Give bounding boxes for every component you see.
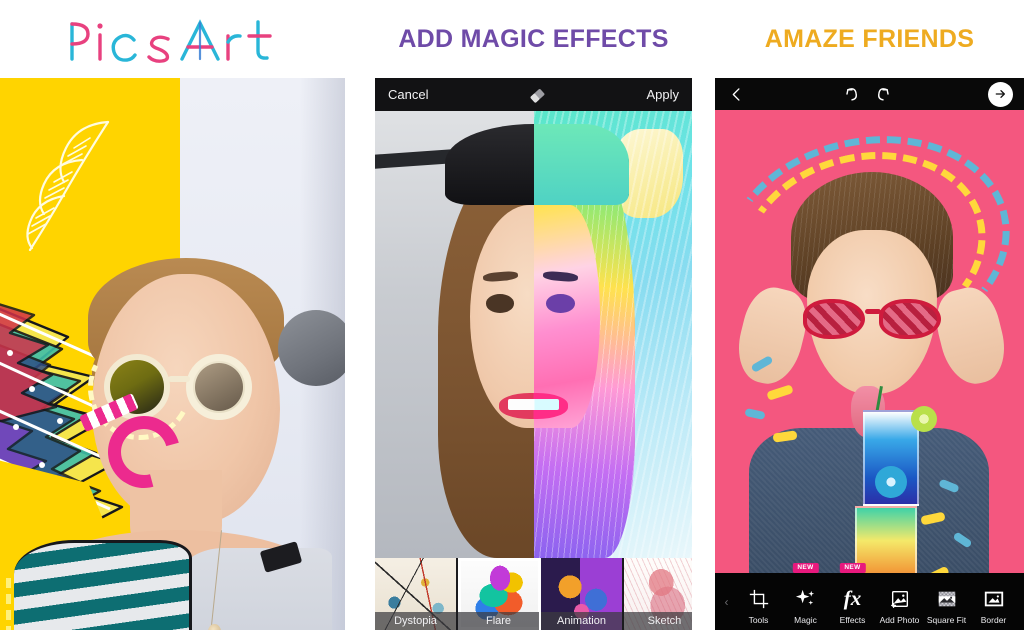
filter-label: Animation (541, 612, 622, 630)
fx-icon: fx (843, 586, 862, 610)
striped-shirt-illustration (14, 540, 192, 630)
square-fit-icon (936, 586, 958, 612)
eraser-icon[interactable] (527, 84, 548, 105)
collage-preview-canvas[interactable] (715, 110, 1024, 573)
border-icon (983, 586, 1005, 612)
screenshot-panel-middle: Cancel Apply Dystopia Flare Animation Sk… (375, 78, 692, 630)
filter-thumb-flare[interactable]: Flare (458, 558, 541, 630)
blue-citrus-slice (875, 466, 907, 498)
toolbar-item-square-fit[interactable]: Square Fit (923, 576, 970, 628)
filter-label: Dystopia (375, 612, 456, 630)
new-badge: NEW (839, 562, 866, 573)
redo-icon[interactable] (873, 84, 894, 105)
header-add-magic-effects: ADD MAGIC EFFECTS (375, 0, 692, 78)
sunglasses-bridge (168, 376, 190, 382)
grey-tank-top (182, 548, 332, 630)
screenshot-panel-right: ‹ Tools NEW Magic NEW fx Effects Add Pho… (715, 78, 1024, 630)
feather-outline-sticker (26, 120, 110, 252)
picsart-logo (58, 13, 288, 65)
toolbar-label: Tools (748, 614, 769, 625)
toolbar-item-magic[interactable]: NEW Magic (782, 562, 829, 628)
toolbar-scroll-right-icon[interactable]: › (1020, 595, 1024, 609)
new-badge: NEW (792, 562, 819, 573)
toolbar-item-border[interactable]: Border (970, 576, 1017, 628)
arrow-right-circle-icon[interactable] (988, 81, 1013, 107)
model-beanie-neon (533, 124, 629, 205)
sunglasses-left-lens (803, 299, 865, 339)
undo-icon[interactable] (842, 84, 863, 105)
crop-icon (748, 586, 770, 612)
effects-preview-canvas[interactable] (375, 111, 692, 558)
header-row: ADD MAGIC EFFECTS AMAZE FRIENDS (0, 0, 1024, 78)
sunglasses-right-lens (879, 299, 941, 339)
toolbar-label: Border (980, 614, 1007, 625)
dashed-accent-line (6, 578, 11, 630)
header-right-text: AMAZE FRIENDS (764, 24, 975, 53)
filter-thumb-animation[interactable]: Animation (541, 558, 624, 630)
sunglasses-right-lens (186, 354, 252, 420)
toolbar-label: Square Fit (926, 614, 967, 625)
lime-slice-garnish (911, 406, 937, 432)
picsart-logo-icon (69, 19, 272, 63)
filter-thumb-sketch[interactable]: Sketch (624, 558, 692, 630)
model-teeth (508, 398, 559, 411)
left-collage-image (0, 78, 345, 630)
toolbar-label: Effects (839, 614, 866, 625)
header-amaze-friends: AMAZE FRIENDS (715, 0, 1024, 78)
toolbar-item-tools[interactable]: Tools (735, 576, 782, 628)
screenshot-panel-left (0, 78, 345, 630)
add-photo-icon (889, 586, 911, 612)
collage-editor-topbar (715, 78, 1024, 110)
model-eye-right (546, 294, 575, 314)
toolbar-items: Tools NEW Magic NEW fx Effects Add Photo… (732, 562, 1020, 628)
filter-label: Flare (458, 612, 539, 630)
toolbar-item-effects[interactable]: NEW fx Effects (829, 562, 876, 628)
chevron-left-icon[interactable] (726, 84, 747, 105)
toolbar-scroll-left-icon[interactable]: ‹ (721, 595, 732, 609)
red-sunglasses (803, 295, 941, 341)
toolbar-item-add-photo[interactable]: Add Photo (876, 576, 923, 628)
effects-editor-topbar: Cancel Apply (375, 78, 692, 111)
header-middle-text: ADD MAGIC EFFECTS (398, 24, 669, 53)
filter-thumbnail-strip[interactable]: Dystopia Flare Animation Sketch (375, 558, 692, 630)
filter-label: Sketch (624, 612, 692, 630)
toolbar-label: Add Photo (879, 614, 920, 625)
filter-thumb-dystopia[interactable]: Dystopia (375, 558, 458, 630)
toolbar-label: Magic (794, 614, 817, 625)
collage-bottom-toolbar: ‹ Tools NEW Magic NEW fx Effects Add Pho… (715, 562, 1024, 630)
brand-logo-header (0, 0, 345, 78)
sparkles-icon (794, 586, 817, 612)
apply-button[interactable]: Apply (646, 87, 679, 102)
grey-circle-sticker (278, 310, 345, 386)
cancel-button[interactable]: Cancel (388, 87, 428, 102)
